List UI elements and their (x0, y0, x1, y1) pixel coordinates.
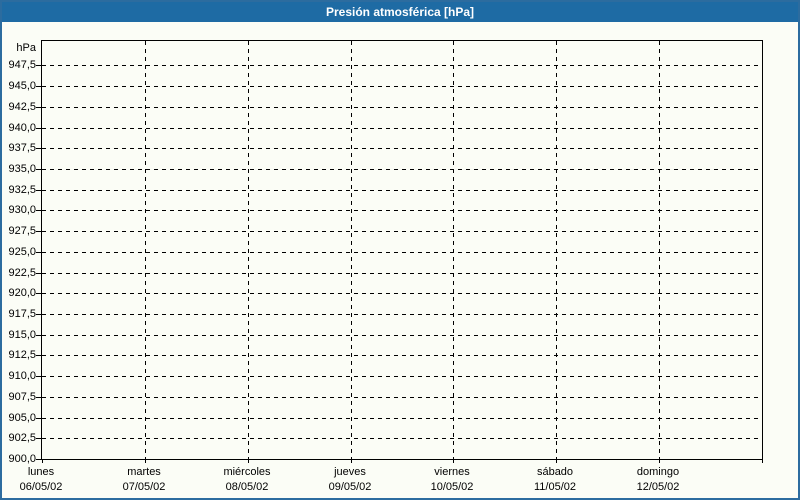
x-axis-date-label: 07/05/02 (122, 481, 166, 493)
y-tick-mark (36, 169, 41, 170)
y-tick-label: 902,5 (8, 432, 36, 444)
chart-title: Presión atmosférica [hPa] (325, 5, 475, 19)
y-gridline (42, 376, 762, 377)
y-tick-label: 905,0 (8, 412, 36, 424)
x-axis-date-label: 08/05/02 (225, 481, 269, 493)
x-axis-day-label: lunes (27, 466, 55, 478)
y-gridline (42, 128, 762, 129)
x-gridline (351, 41, 352, 459)
y-gridline (42, 293, 762, 294)
x-axis-day-label: martes (127, 466, 161, 478)
y-tick-mark (36, 335, 41, 336)
y-gridline (42, 355, 762, 356)
y-tick-label: 942,5 (8, 101, 36, 113)
x-axis-day-label: sábado (536, 466, 574, 478)
y-gridline (42, 169, 762, 170)
y-tick-label: 932,5 (8, 184, 36, 196)
y-tick-label: 937,5 (8, 142, 36, 154)
x-gridline (145, 41, 146, 459)
x-tick-mark (351, 459, 352, 463)
y-tick-mark (36, 65, 41, 66)
x-axis-date-label: 09/05/02 (328, 481, 372, 493)
y-tick-mark (36, 293, 41, 294)
x-tick-mark (659, 459, 660, 463)
y-tick-label: 930,0 (8, 204, 36, 216)
y-tick-label: 927,5 (8, 225, 36, 237)
y-tick-mark (36, 355, 41, 356)
y-tick-label: 920,0 (8, 287, 36, 299)
x-tick-mark (42, 459, 43, 463)
y-tick-label: 925,0 (8, 246, 36, 258)
x-tick-mark (762, 459, 763, 463)
y-tick-mark (36, 231, 41, 232)
plot-area (41, 40, 763, 460)
x-axis-day-label: viernes (434, 466, 470, 478)
y-tick-label: 900,0 (8, 453, 36, 465)
x-axis-date-label: 10/05/02 (430, 481, 474, 493)
chart-titlebar: Presión atmosférica [hPa] (2, 2, 798, 22)
y-gridline (42, 252, 762, 253)
y-tick-mark (36, 148, 41, 149)
y-gridline (42, 335, 762, 336)
y-tick-label: 945,0 (8, 80, 36, 92)
y-tick-label: 935,0 (8, 163, 36, 175)
y-tick-label: 917,5 (8, 308, 36, 320)
y-tick-label: 910,0 (8, 370, 36, 382)
y-tick-label: 912,5 (8, 349, 36, 361)
x-axis-date-label: 06/05/02 (19, 481, 63, 493)
x-axis-day-label: jueves (334, 466, 366, 478)
x-tick-mark (453, 459, 454, 463)
x-gridline (453, 41, 454, 459)
y-tick-mark (36, 273, 41, 274)
x-axis-date-label: 12/05/02 (636, 481, 680, 493)
y-tick-label: 915,0 (8, 329, 36, 341)
y-gridline (42, 418, 762, 419)
x-gridline (659, 41, 660, 459)
y-tick-mark (36, 210, 41, 211)
y-gridline (42, 107, 762, 108)
y-tick-label: 940,0 (8, 122, 36, 134)
y-tick-mark (36, 252, 41, 253)
y-axis-unit-label: hPa (16, 42, 36, 54)
pressure-chart-window: Presión atmosférica [hPa] hPa 900,0 902,5… (0, 0, 800, 500)
y-tick-mark (36, 459, 41, 460)
x-tick-mark (556, 459, 557, 463)
x-axis-day-label: miércoles (223, 466, 271, 478)
y-gridline (42, 65, 762, 66)
y-tick-mark (36, 128, 41, 129)
y-tick-mark (36, 107, 41, 108)
y-tick-mark (36, 86, 41, 87)
y-tick-label: 947,5 (8, 59, 36, 71)
y-gridline (42, 190, 762, 191)
y-tick-mark (36, 397, 41, 398)
y-tick-label: 907,5 (8, 391, 36, 403)
y-gridline (42, 148, 762, 149)
y-gridline (42, 86, 762, 87)
y-gridline (42, 314, 762, 315)
x-tick-mark (145, 459, 146, 463)
y-tick-mark (36, 376, 41, 377)
y-gridline (42, 397, 762, 398)
y-tick-mark (36, 438, 41, 439)
y-gridline (42, 231, 762, 232)
x-axis-date-label: 11/05/02 (533, 481, 576, 493)
y-tick-label: 922,5 (8, 267, 36, 279)
x-tick-mark (248, 459, 249, 463)
y-tick-mark (36, 418, 41, 419)
y-gridline (42, 438, 762, 439)
y-tick-mark (36, 190, 41, 191)
y-gridline (42, 210, 762, 211)
y-tick-mark (36, 314, 41, 315)
x-gridline (248, 41, 249, 459)
x-gridline (556, 41, 557, 459)
y-gridline (42, 273, 762, 274)
x-axis-day-label: domingo (636, 466, 680, 478)
